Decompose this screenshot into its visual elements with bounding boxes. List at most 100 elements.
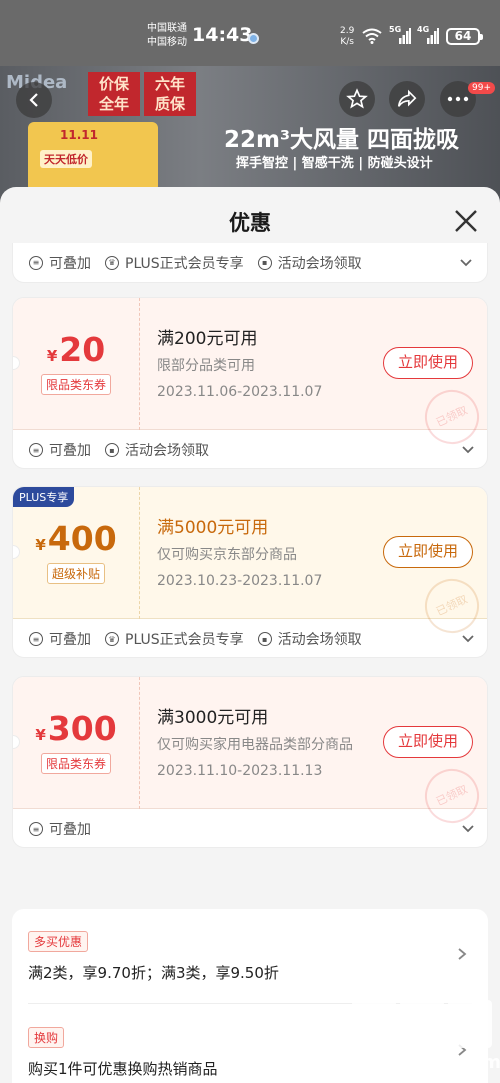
- more-badge: 99+: [468, 82, 495, 94]
- banner-subline: 挥手智控 | 智感干洗 | 防碰头设计: [236, 156, 433, 171]
- tag-label: 活动会场领取: [125, 443, 209, 459]
- coupon-type: 限品类东券: [13, 753, 139, 774]
- coupon-card-plus: PLUS专享 ¥400 超级补贴 满5000元可用 仅可购买京东部分商品 202…: [12, 486, 488, 658]
- coupon-condition: 满5000元可用: [157, 518, 269, 538]
- coupon-scope: 仅可购买京东部分商品: [157, 547, 297, 563]
- coupon-scope: 限部分品类可用: [157, 358, 255, 374]
- coupon-type: 超级补贴: [13, 563, 139, 584]
- sheet-title: 优惠: [229, 211, 271, 235]
- favorite-button[interactable]: [339, 81, 375, 117]
- clock: 14:43: [192, 24, 253, 46]
- coupon-tags-row[interactable]: ≡ 可叠加: [13, 809, 487, 847]
- tag-label: PLUS正式会员专享: [125, 632, 244, 648]
- tag-plus: ♛ PLUS正式会员专享: [105, 253, 244, 273]
- currency-symbol: ¥: [46, 347, 58, 365]
- crown-icon: ♛: [105, 255, 119, 270]
- offer-text: 满2类，享9.70折；满3类，享9.50折: [28, 964, 279, 982]
- coupon-period: 2023.11.10-2023.11.13: [157, 763, 323, 779]
- chevron-down-icon[interactable]: [461, 442, 475, 456]
- ticket-icon: ▪: [105, 443, 119, 457]
- chevron-down-icon[interactable]: [459, 255, 473, 269]
- amount-value: 400: [47, 519, 117, 558]
- banner-headline: 22m³大风量 四面拢吸: [224, 127, 460, 153]
- tag-label: 活动会场领取: [277, 255, 362, 272]
- tag-stackable: ≡ 可叠加: [29, 629, 91, 649]
- signal-4g-icon: 4G: [417, 25, 439, 48]
- amount-value: 20: [59, 330, 106, 369]
- tag-label: 可叠加: [49, 255, 91, 272]
- net-speed: 2.9 K/s: [340, 26, 354, 48]
- wifi-icon: [362, 28, 382, 44]
- coupon-card: ¥20 限品类东券 满200元可用 限部分品类可用 2023.11.06-202…: [12, 297, 488, 469]
- double-11-text: 天天低价: [40, 150, 92, 168]
- watermark-glyph: [400, 1000, 444, 1048]
- stack-icon: ≡: [29, 822, 43, 836]
- share-button[interactable]: [389, 81, 425, 117]
- net-speed-unit: K/s: [340, 37, 354, 47]
- more-dots-icon: [447, 96, 469, 102]
- coupon-condition: 满200元可用: [157, 329, 258, 349]
- stack-icon: ≡: [29, 632, 43, 646]
- warranty-tag: 六年 质保: [144, 72, 196, 116]
- tag-label: 可叠加: [49, 443, 91, 459]
- coupon-scope: 仅可购买家用电器品类部分商品: [157, 737, 353, 753]
- location-icon: [248, 33, 259, 44]
- tag-stackable: ≡ 可叠加: [29, 253, 91, 273]
- tag-venue: ▪ 活动会场领取: [257, 629, 362, 649]
- signal-5g-icon: 5G: [389, 25, 411, 48]
- coupon-tags-row[interactable]: ≡ 可叠加 ▪ 活动会场领取: [13, 430, 487, 468]
- coupon-card: ¥300 限品类东券 满3000元可用 仅可购买家用电器品类部分商品 2023.…: [12, 676, 488, 848]
- close-icon[interactable]: [452, 207, 480, 235]
- site-watermark: zhizhizhi.com: [350, 1000, 500, 1083]
- coupon-amount: ¥20: [13, 330, 139, 369]
- warranty-tag-line2: 质保: [154, 95, 185, 113]
- star-icon: [346, 88, 368, 109]
- coupon-divider: [139, 677, 140, 809]
- watermark-text: zhizhizhi.com: [352, 1052, 500, 1073]
- tag-venue: ▪ 活动会场领取: [105, 440, 209, 460]
- share-icon: [397, 89, 417, 107]
- tag-label: 活动会场领取: [277, 632, 362, 648]
- carrier-names: 中国联通 中国移动: [147, 22, 187, 50]
- price-protect-tag: 价保 全年: [88, 72, 140, 116]
- signal-5g-label: 5G: [389, 25, 402, 34]
- signal-4g-label: 4G: [417, 25, 430, 34]
- plus-exclusive-badge: PLUS专享: [13, 487, 75, 507]
- back-button[interactable]: [16, 82, 52, 118]
- coupon-tags-row-partial[interactable]: ≡ 可叠加 ♛ PLUS正式会员专享 ▪ 活动会场领取: [12, 243, 488, 283]
- coupon-sheet: 优惠 ≡ 可叠加 ♛ PLUS正式会员专享 ▪ 活动会场领取 ¥20 限品类东券 满2…: [0, 187, 500, 1083]
- carrier-1: 中国联通: [147, 23, 187, 34]
- watermark-glyph: [352, 1000, 396, 1048]
- tag-label: 可叠加: [49, 632, 91, 648]
- price-protect-tag-line1: 价保: [98, 75, 129, 93]
- chevron-right-icon: [458, 948, 467, 960]
- amount-value: 300: [47, 709, 117, 748]
- coupon-type-label: 限品类东券: [40, 374, 111, 395]
- coupon-divider: [139, 298, 140, 430]
- offer-multi-buy[interactable]: 多买优惠 满2类，享9.70折；满3类，享9.50折: [28, 931, 472, 983]
- stack-icon: ≡: [29, 255, 43, 270]
- coupon-amount: ¥400: [13, 519, 139, 558]
- coupon-body: ¥300 限品类东券 满3000元可用 仅可购买家用电器品类部分商品 2023.…: [13, 677, 487, 832]
- ticket-icon: ▪: [257, 632, 272, 646]
- use-now-button[interactable]: 立即使用: [383, 536, 473, 568]
- currency-symbol: ¥: [35, 726, 46, 744]
- net-speed-value: 2.9: [340, 26, 355, 36]
- use-now-button[interactable]: 立即使用: [383, 347, 473, 379]
- tag-venue: ▪ 活动会场领取: [257, 253, 362, 273]
- coupon-type-label: 限品类东券: [40, 753, 111, 774]
- coupon-type-label: 超级补贴: [46, 563, 105, 584]
- coupon-condition: 满3000元可用: [157, 708, 269, 728]
- chevron-down-icon[interactable]: [461, 631, 475, 645]
- chevron-down-icon[interactable]: [461, 821, 475, 835]
- coupon-body: ¥20 限品类东券 满200元可用 限部分品类可用 2023.11.06-202…: [13, 298, 487, 453]
- coupon-tags-row[interactable]: ≡ 可叠加 ♛ PLUS正式会员专享 ▪ 活动会场领取: [13, 619, 487, 657]
- use-now-button[interactable]: 立即使用: [383, 726, 473, 758]
- tag-label: 可叠加: [49, 822, 91, 838]
- crown-icon: ♛: [105, 632, 119, 646]
- battery-indicator: 64: [446, 28, 483, 45]
- watermark-glyph: [448, 1000, 492, 1048]
- price-protect-tag-line2: 全年: [98, 95, 129, 113]
- ticket-icon: ▪: [257, 255, 272, 270]
- coupon-body: PLUS专享 ¥400 超级补贴 满5000元可用 仅可购买京东部分商品 202…: [13, 487, 487, 642]
